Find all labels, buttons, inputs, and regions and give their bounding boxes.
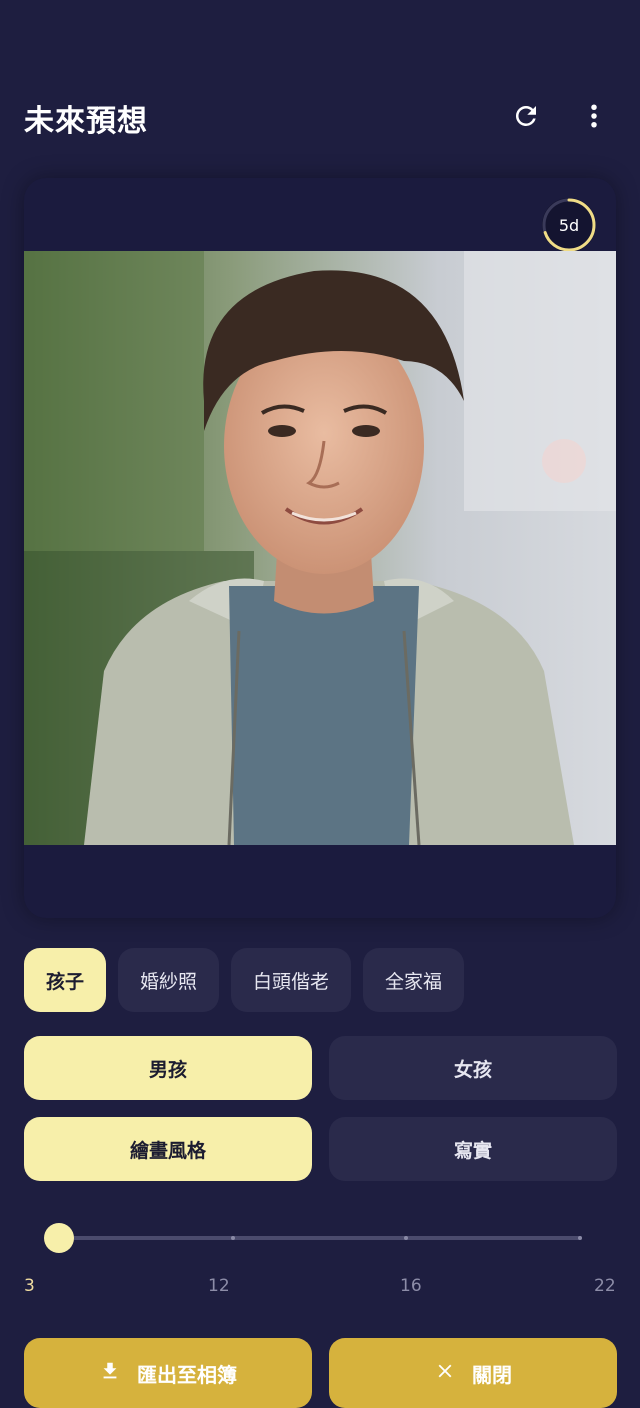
gender-girl-button[interactable]: 女孩 [329, 1036, 617, 1100]
style-realistic-button[interactable]: 寫實 [329, 1117, 617, 1181]
close-label: 關閉 [472, 1362, 512, 1387]
countdown-badge: 5d [540, 196, 598, 254]
more-vert-icon[interactable] [574, 96, 614, 136]
slider-tick [231, 1236, 235, 1240]
slider-label: 16 [400, 1276, 422, 1296]
slider-thumb[interactable] [44, 1223, 74, 1253]
chip-child[interactable]: 孩子 [24, 948, 107, 1012]
slider-tick [578, 1236, 582, 1240]
export-label: 匯出至相簿 [137, 1362, 237, 1387]
refresh-icon[interactable] [506, 96, 546, 136]
style-painting-button[interactable]: 繪畫風格 [24, 1117, 312, 1181]
slider-label-max: 22 [594, 1276, 616, 1296]
close-button[interactable]: 關閉 [329, 1338, 617, 1408]
age-slider[interactable] [44, 1222, 584, 1254]
gender-boy-button[interactable]: 男孩 [24, 1036, 312, 1100]
badge-label: 5d [558, 215, 580, 235]
slider-label: 12 [208, 1276, 230, 1296]
page-title: 未來預想 [24, 104, 148, 139]
preview-card: 5d [24, 178, 616, 918]
slider-track[interactable] [60, 1236, 582, 1240]
app-header: 未來預想 [0, 0, 640, 160]
category-chips: 孩子 婚紗照 白頭偕老 全家福 [24, 948, 465, 1012]
download-icon [99, 1360, 121, 1387]
chip-wedding[interactable]: 婚紗照 [118, 948, 220, 1012]
slider-label-min: 3 [24, 1276, 35, 1296]
predicted-photo [24, 251, 616, 845]
chip-family-photo[interactable]: 全家福 [363, 948, 465, 1012]
slider-tick [404, 1236, 408, 1240]
chip-grow-old-together[interactable]: 白頭偕老 [231, 948, 352, 1012]
close-icon [434, 1360, 456, 1387]
export-to-album-button[interactable]: 匯出至相簿 [24, 1338, 312, 1408]
